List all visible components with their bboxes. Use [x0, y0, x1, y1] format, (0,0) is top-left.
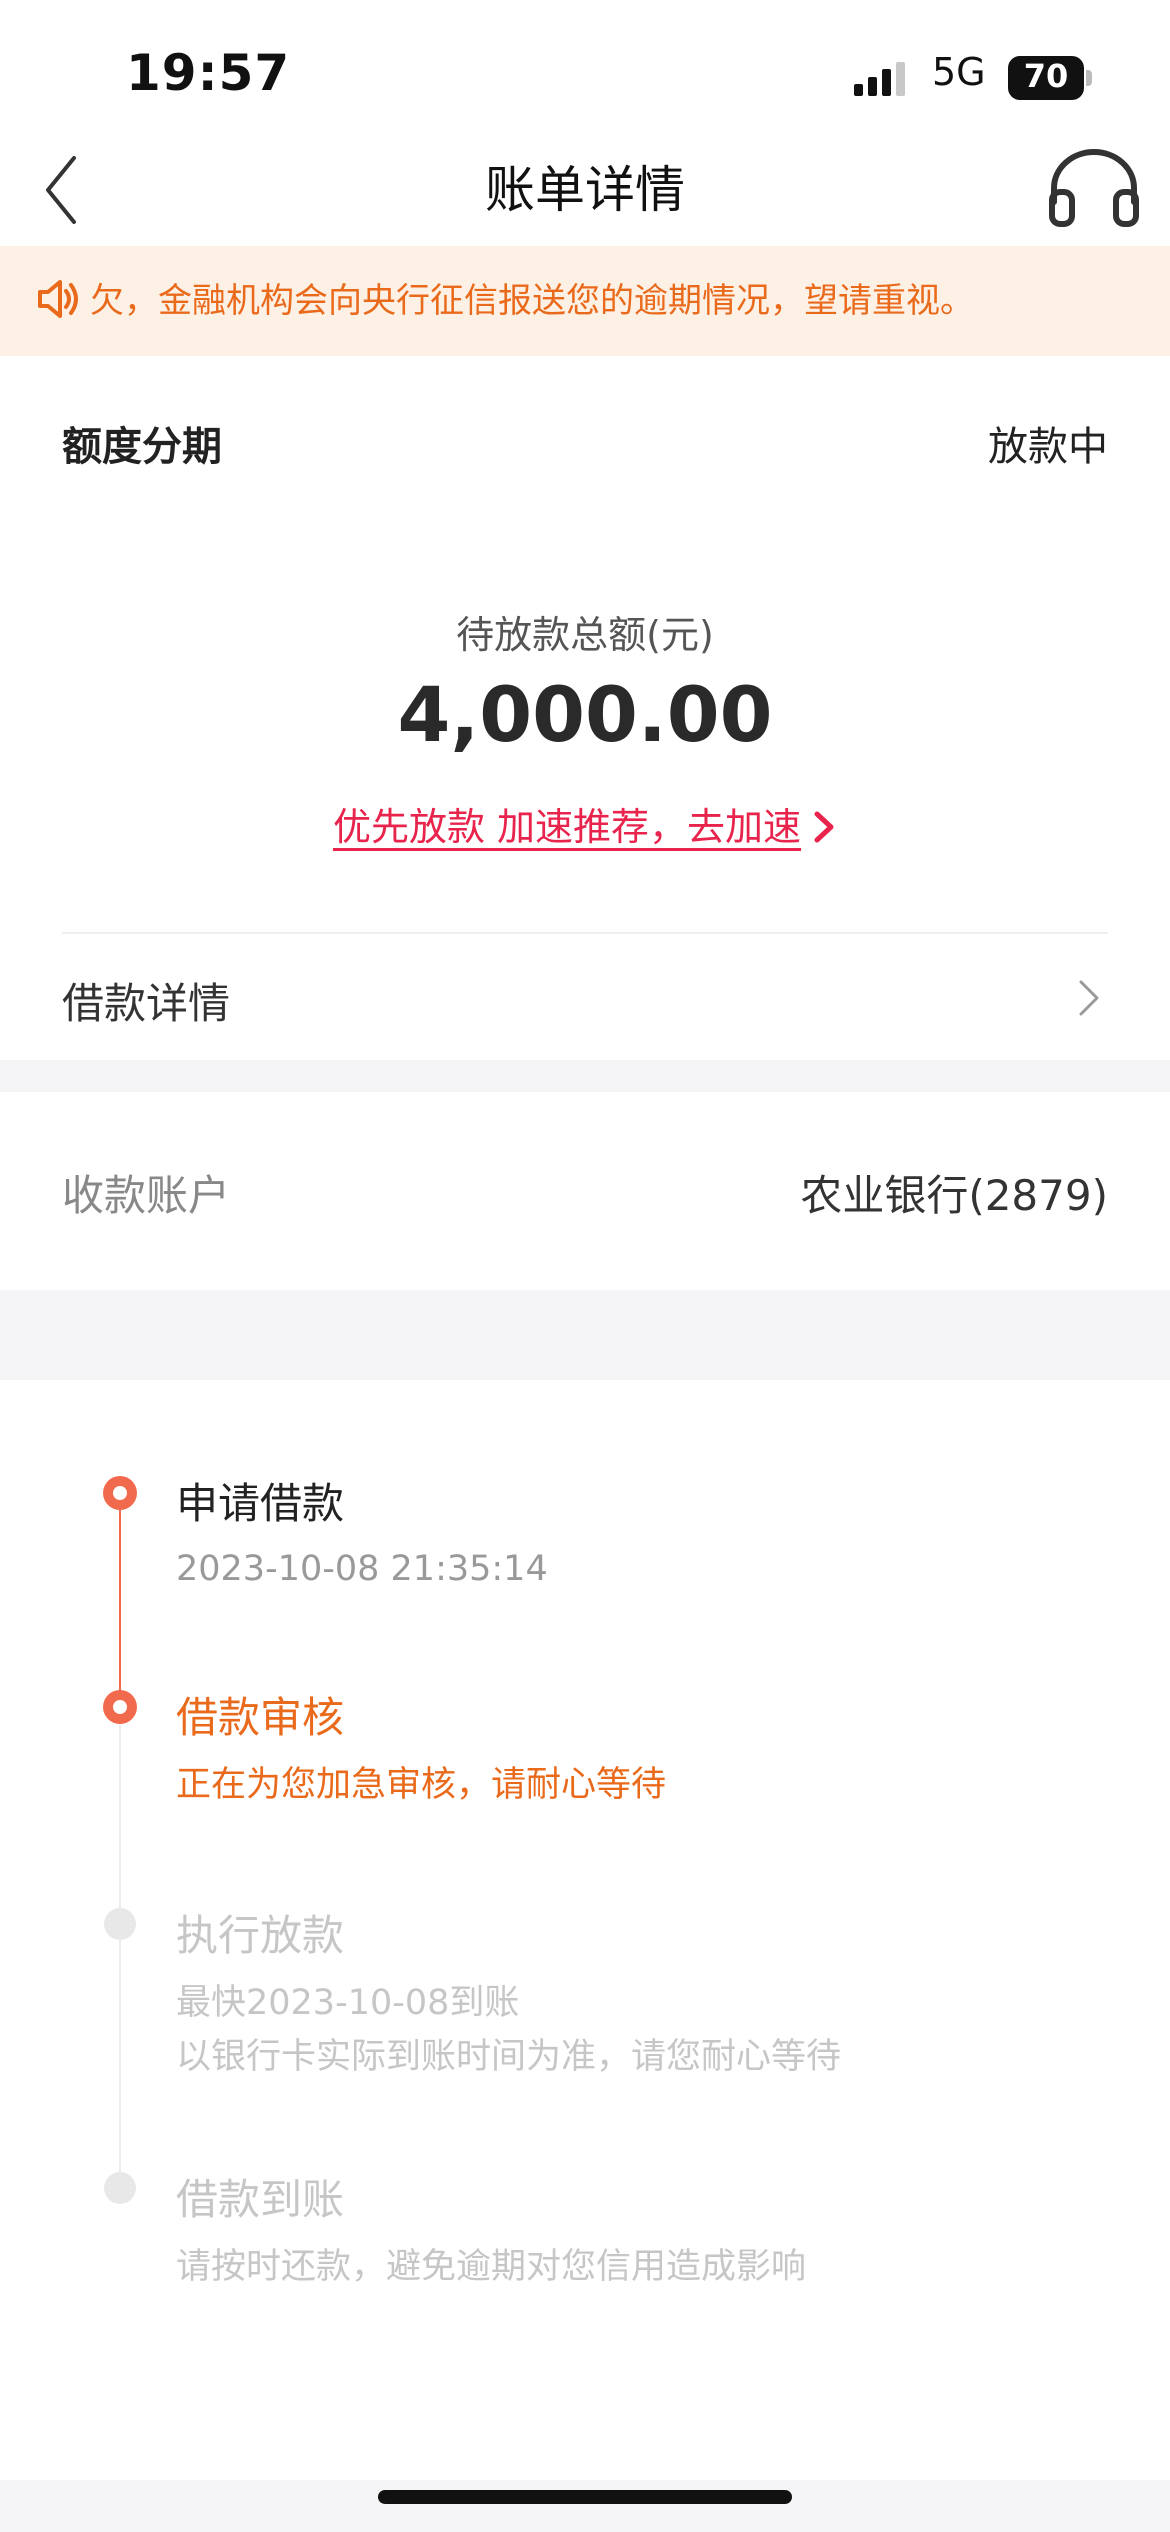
- back-button[interactable]: [30, 140, 130, 240]
- signal-icon: [854, 62, 905, 96]
- chevron-left-icon: [46, 156, 76, 224]
- headset-icon: [1049, 149, 1139, 227]
- network-type: 5G: [932, 50, 986, 94]
- account-value: 农业银行(2879): [800, 1171, 1108, 1220]
- timeline-step-detail: 正在为您加急审核，请耐心等待: [176, 1765, 667, 1805]
- timeline-step-title: 借款到账: [176, 2175, 345, 2224]
- loan-detail-label: 借款详情: [62, 979, 231, 1028]
- timeline-step-detail: 最快2023-10-08到账: [176, 1983, 520, 2023]
- status-time: 19:57: [126, 44, 291, 102]
- timeline-dot-pending: [104, 2172, 136, 2204]
- timeline-step-title: 申请借款: [176, 1479, 345, 1528]
- timeline-step-detail: 以银行卡实际到账时间为准，请您耐心等待: [176, 2037, 842, 2077]
- customer-service-button[interactable]: [1046, 146, 1142, 230]
- timeline-dot-done: [103, 1476, 137, 1510]
- accelerate-link[interactable]: 优先放款 加速推荐，去加速: [0, 796, 1170, 851]
- timeline-step-title: 借款审核: [176, 1693, 345, 1742]
- notice-text: 欠，金融机构会向央行征信报送您的逾期情况，望请重视。: [90, 281, 974, 321]
- speaker-icon: [38, 280, 78, 318]
- timeline-step-detail: 2023-10-08 21:35:14: [176, 1549, 548, 1589]
- loan-status: 放款中: [988, 424, 1108, 470]
- battery-icon: 70: [1008, 56, 1092, 100]
- chevron-right-icon: [814, 811, 834, 843]
- chevron-right-icon: [1079, 980, 1099, 1016]
- product-name: 额度分期: [62, 424, 222, 470]
- timeline-dot-pending: [104, 1908, 136, 1940]
- timeline-dot-current: [103, 1690, 137, 1724]
- battery-level: 70: [1023, 57, 1069, 95]
- timeline-line-done: [119, 1510, 121, 1706]
- account-label: 收款账户: [62, 1171, 231, 1220]
- accelerate-link-label: 优先放款 加速推荐，去加速: [332, 805, 802, 849]
- timeline-step-detail: 请按时还款，避免逾期对您信用造成影响: [176, 2247, 807, 2287]
- timeline-line-pending: [119, 1724, 121, 2174]
- home-indicator[interactable]: [378, 2490, 792, 2504]
- amount-value: 4,000.00: [397, 670, 773, 759]
- timeline-step-title: 执行放款: [176, 1911, 345, 1960]
- amount-label: 待放款总额(元): [456, 613, 714, 657]
- nav-bar: [0, 140, 1170, 246]
